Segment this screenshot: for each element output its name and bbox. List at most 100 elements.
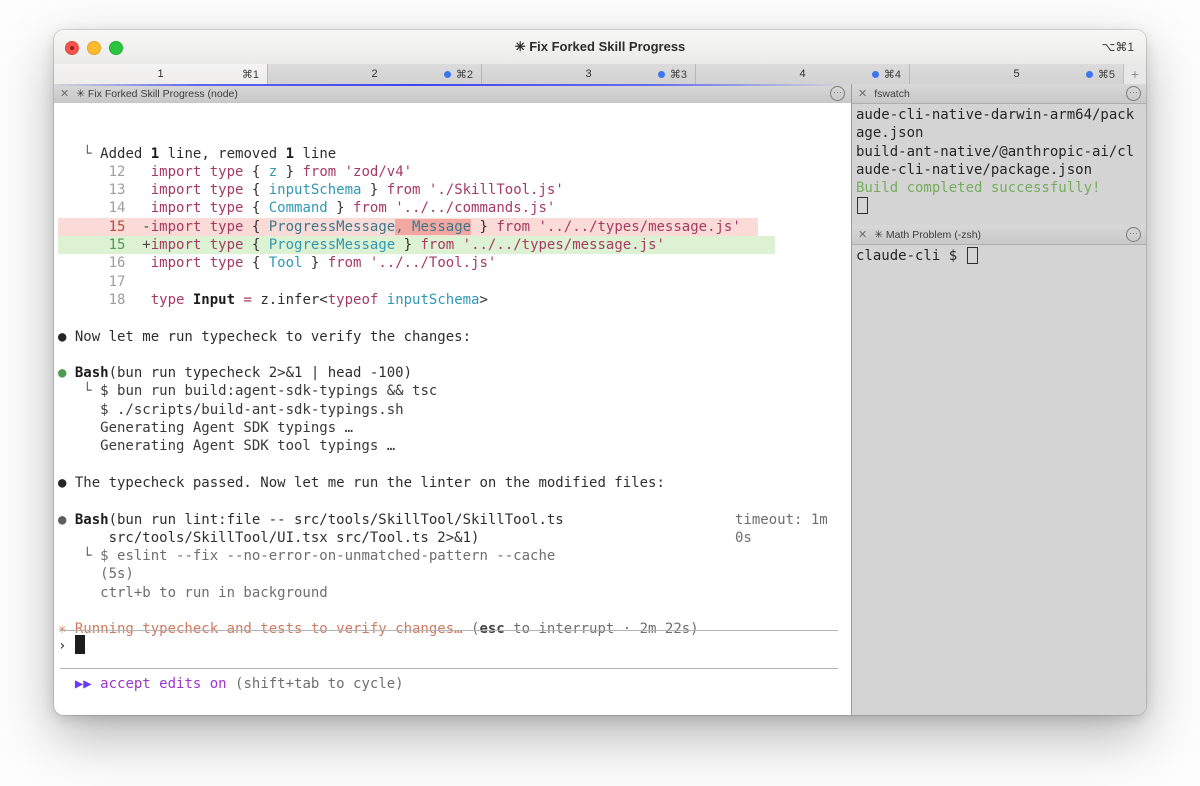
- tab-4[interactable]: 4 ⌘4: [695, 64, 909, 84]
- terminal-line: [856, 197, 1146, 215]
- mode-status-line: ▶▶ accept edits on (shift+tab to cycle): [58, 675, 404, 693]
- text-segment: aude-cli-native-darwin-arm64/pack: [856, 107, 1134, 123]
- text-segment: aude-cli-native/package.json: [856, 162, 1092, 178]
- text-segment: [227, 676, 235, 692]
- text-segment: 13: [58, 182, 151, 198]
- activity-dot: [658, 71, 665, 78]
- fswatch-pane-header: ✕ fswatch ⋯: [852, 84, 1146, 104]
- text-segment: from: [420, 237, 462, 253]
- terminal-line: 15 +import type { ProgressMessage } from…: [58, 236, 775, 254]
- tab-shortcut: ⌘5: [1098, 68, 1115, 81]
- text-segment: $ bun run build:agent-sdk-typings && tsc: [100, 383, 437, 399]
- text-segment: import type: [151, 164, 252, 180]
- terminal-line: ▶▶ accept edits on (shift+tab to cycle): [58, 675, 404, 693]
- fswatch-pane-title: fswatch: [874, 88, 1126, 100]
- terminal-line: ›: [58, 637, 85, 655]
- text-segment: claude-cli $: [856, 248, 966, 264]
- text-segment: , Message: [395, 219, 471, 235]
- text-segment: {: [252, 182, 269, 198]
- fswatch-terminal-output[interactable]: aude-cli-native-darwin-arm64/package.jso…: [852, 104, 1146, 225]
- text-segment: {: [252, 237, 269, 253]
- text-segment: (bun run typecheck 2>&1 | head -100): [109, 365, 412, 381]
- tab-2[interactable]: 2⌘2: [267, 64, 481, 84]
- text-segment: {: [252, 219, 269, 235]
- text-segment: '../../commands.js': [395, 200, 555, 216]
- text-segment: accept edits on: [100, 676, 226, 692]
- claude-terminal-output[interactable]: └ Added 1 line, removed 1 line 12 import…: [54, 103, 851, 715]
- text-segment: }: [395, 237, 420, 253]
- terminal-line: 12 import type { z } from 'zod/v4': [58, 163, 851, 181]
- tab-3[interactable]: 3 ⌘3: [481, 64, 695, 84]
- prompt-top-divider: [60, 630, 838, 631]
- text-segment: line: [294, 146, 336, 162]
- text-segment: import type: [151, 219, 252, 235]
- right-pane-column: ✕ fswatch ⋯ aude-cli-native-darwin-arm64…: [851, 84, 1146, 715]
- text-segment: └: [58, 548, 100, 564]
- text-segment: 12: [58, 164, 151, 180]
- text-segment: inputSchema: [387, 292, 480, 308]
- terminal-line: └ $ bun run build:agent-sdk-typings && t…: [58, 382, 851, 400]
- terminal-line: [58, 492, 851, 510]
- text-segment: {: [252, 164, 269, 180]
- text-segment: import type: [151, 255, 252, 271]
- tab-number: 4: [799, 68, 805, 80]
- left-pane-title: ✳ Fix Forked Skill Progress (node): [76, 88, 830, 100]
- math-terminal-output[interactable]: claude-cli $: [852, 245, 1146, 265]
- text-segment: 16: [58, 255, 151, 271]
- terminal-line: [58, 309, 851, 327]
- terminal-cursor: [857, 197, 868, 214]
- math-pane-header: ✕ ✳ Math Problem (-zsh) ⋯: [852, 225, 1146, 245]
- text-segment: 1: [151, 146, 159, 162]
- text-segment: ●: [58, 512, 75, 528]
- tab-shortcut-group: ⌘4: [872, 68, 901, 81]
- activity-dot: [1086, 71, 1093, 78]
- text-segment: ●: [58, 475, 75, 491]
- tab-5[interactable]: 5⌘5: [909, 64, 1123, 84]
- prompt-bottom-divider: [60, 668, 838, 669]
- pane-menu-icon[interactable]: ⋯: [830, 86, 845, 101]
- text-segment: 'zod/v4': [345, 164, 412, 180]
- terminal-cursor: [75, 635, 85, 654]
- terminal-line: ● Now let me run typecheck to verify the…: [58, 328, 851, 346]
- close-pane-icon[interactable]: ✕: [60, 87, 69, 100]
- close-pane-icon[interactable]: ✕: [858, 87, 867, 100]
- pane-menu-icon[interactable]: ⋯: [1126, 227, 1141, 242]
- text-segment: [125, 219, 142, 235]
- prompt-input[interactable]: ›: [58, 637, 85, 655]
- pane-menu-icon[interactable]: ⋯: [1126, 86, 1141, 101]
- text-segment: [58, 676, 75, 692]
- text-segment: }: [302, 255, 327, 271]
- tab-shortcut: ⌘2: [456, 68, 473, 81]
- tab-shortcut-group: ⌘3: [658, 68, 687, 81]
- terminal-line: (5s): [58, 565, 851, 583]
- text-segment: inputSchema: [269, 182, 362, 198]
- text-segment: Bash: [75, 365, 109, 381]
- terminal-line: Build completed successfully!: [856, 179, 1146, 197]
- tab-1[interactable]: 1⌘1: [54, 64, 267, 84]
- terminal-line: build-ant-native/@anthropic-ai/cl: [856, 143, 1146, 161]
- terminal-line: ctrl+b to run in background: [58, 584, 851, 602]
- text-segment: z: [269, 164, 277, 180]
- text-segment: ●: [58, 329, 75, 345]
- text-segment: ctrl+b to run in background: [58, 585, 328, 601]
- text-segment: ▶▶: [75, 676, 92, 692]
- activity-dot: [872, 71, 879, 78]
- new-tab-button[interactable]: +: [1123, 64, 1146, 84]
- tab-number: 3: [585, 68, 591, 80]
- tool-meta-text: 0s: [735, 529, 752, 547]
- tab-list: 1⌘12⌘2 3 ⌘3 4 ⌘4 5⌘5: [54, 64, 1123, 84]
- text-segment: '../../types/message.js': [539, 219, 741, 235]
- text-segment: from: [353, 200, 395, 216]
- tab-number: 1: [157, 68, 163, 80]
- text-segment: import type: [151, 200, 252, 216]
- text-segment: 18: [58, 292, 151, 308]
- terminal-line: 15 -import type { ProgressMessage, Messa…: [58, 218, 758, 236]
- text-segment: typeof: [328, 292, 387, 308]
- text-segment: 1: [286, 146, 294, 162]
- terminal-line: [58, 602, 851, 620]
- terminal-line: Generating Agent SDK tool typings …: [58, 437, 851, 455]
- text-segment: from: [302, 164, 344, 180]
- terminal-line: ● Bash(bun run lint:file -- src/tools/Sk…: [58, 511, 851, 529]
- tab-shortcut: ⌘3: [670, 68, 687, 81]
- close-pane-icon[interactable]: ✕: [858, 228, 867, 241]
